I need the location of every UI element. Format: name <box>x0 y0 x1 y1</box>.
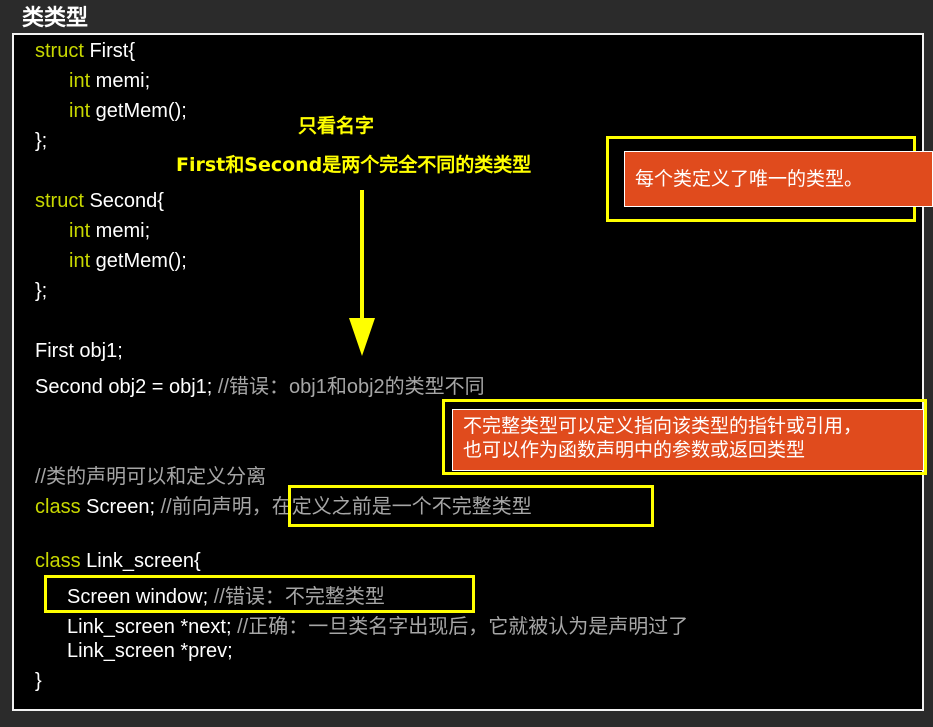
code-line: int memi; <box>69 220 151 242</box>
code-line: Second obj2 = obj1; //错误：obj1和obj2的类型不同 <box>35 376 485 398</box>
code-line: } <box>35 670 42 692</box>
comment: //类的声明可以和定义分离 <box>35 466 267 488</box>
code-line: int getMem(); <box>69 100 187 122</box>
callout-incomplete-type: 不完整类型可以定义指向该类型的指针或引用， 也可以作为函数声明中的参数或返回类型 <box>452 409 924 471</box>
code-line: Link_screen *prev; <box>67 640 233 662</box>
keyword: struct <box>35 190 84 212</box>
code-line: int getMem(); <box>69 250 187 272</box>
keyword: struct <box>35 40 84 62</box>
code-line: int memi; <box>69 70 151 92</box>
code-line: }; <box>35 280 48 302</box>
code-line: First obj1; <box>35 340 123 362</box>
down-arrow-icon <box>360 190 364 320</box>
highlight-box-error <box>44 575 475 613</box>
highlight-box-incomplete <box>288 485 654 527</box>
arrow-head-icon <box>349 318 375 356</box>
code-line: struct Second{ <box>35 190 164 212</box>
keyword: class <box>35 550 81 572</box>
callout-unique-type: 每个类定义了唯一的类型。 <box>624 151 933 207</box>
code-line: struct First{ <box>35 40 136 62</box>
keyword: int <box>69 250 91 272</box>
keyword: int <box>69 70 91 92</box>
comment: //正确：一旦类名字出现后，它就被认为是声明过了 <box>237 616 689 638</box>
code-line: //类的声明可以和定义分离 <box>35 460 266 489</box>
code-line: class Link_screen{ <box>35 550 201 572</box>
code-line: Link_screen *next; //正确：一旦类名字出现后，它就被认为是声… <box>67 616 689 638</box>
code-line: }; <box>35 130 48 152</box>
comment: //错误：obj1和obj2的类型不同 <box>217 376 485 398</box>
note-only-name: 只看名字 <box>298 115 375 137</box>
note-different-types: First和Second是两个完全不同的类类型 <box>176 154 532 176</box>
keyword: class <box>35 496 81 518</box>
keyword: int <box>69 220 91 242</box>
callout-line: 也可以作为函数声明中的参数或返回类型 <box>463 439 806 461</box>
callout-line: 不完整类型可以定义指向该类型的指针或引用， <box>463 415 863 437</box>
keyword: int <box>69 100 91 122</box>
slide-title: 类类型 <box>22 6 89 31</box>
